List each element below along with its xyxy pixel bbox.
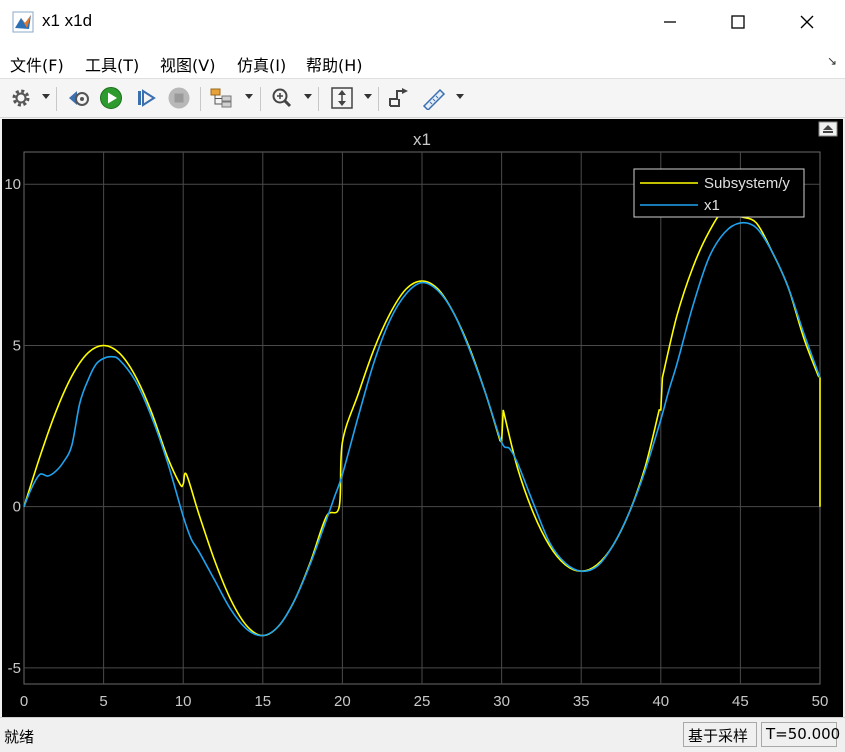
toolbar-separator bbox=[378, 87, 379, 111]
x-tick-label: 10 bbox=[175, 693, 192, 710]
x-tick-label: 25 bbox=[414, 693, 431, 710]
y-tick-label: -5 bbox=[8, 660, 21, 677]
x-tick-label: 35 bbox=[573, 693, 590, 710]
settings-gear-icon bbox=[12, 89, 30, 107]
menu-tools[interactable]: 工具(T) bbox=[85, 52, 139, 76]
triggers-button[interactable] bbox=[386, 85, 412, 111]
minimize-button[interactable] bbox=[635, 0, 705, 44]
scale-axes-button[interactable] bbox=[328, 85, 356, 111]
title-bar: x1 x1d bbox=[0, 0, 845, 44]
stop-button[interactable] bbox=[166, 85, 192, 111]
zoom-icon bbox=[272, 88, 292, 108]
scope-chart: x1 0 5 10 15 20 25 30 35 40 45 50 1050-5 Subsystem… bbox=[4, 130, 829, 710]
menu-bar: 文件(F) 工具(T) 视图(V) 仿真(I) 帮助(H) ↘ bbox=[0, 44, 845, 78]
menu-collapse-arrow-icon[interactable]: ↘ bbox=[827, 54, 837, 68]
scope-display: x1 0 5 10 15 20 25 30 35 40 45 50 10 5 0 -5 Subsystem… bbox=[2, 119, 843, 717]
menu-view[interactable]: 视图(V) bbox=[160, 52, 215, 76]
y-tick-labels: 10 5 0 -5 bbox=[4, 176, 21, 677]
chart-title: x1 bbox=[413, 130, 431, 149]
signal-hierarchy-icon bbox=[210, 88, 232, 108]
x-tick-label: 50 bbox=[812, 693, 829, 710]
legend-label: x1 bbox=[704, 197, 720, 214]
y-tick-label: 5 bbox=[13, 337, 21, 354]
toolbar-separator bbox=[260, 87, 261, 111]
step-forward-icon bbox=[138, 89, 156, 107]
y-tick-label: 0 bbox=[13, 499, 21, 516]
menu-simulation[interactable]: 仿真(I) bbox=[237, 52, 286, 76]
scope-window: x1 x1d 文件(F) 工具(T) 视图(V) 仿真(I) 帮助(H) ↘ x… bbox=[0, 0, 845, 752]
toolbar-separator bbox=[200, 87, 201, 111]
x-tick-label: 20 bbox=[334, 693, 351, 710]
status-bar: 就绪 基于采样 T=50.000 bbox=[0, 717, 845, 752]
measurements-dropdown-icon[interactable] bbox=[456, 94, 464, 99]
simulation-time: T=50.000 bbox=[761, 722, 840, 747]
y-tick-label: 10 bbox=[4, 176, 21, 193]
sample-mode-indicator: 基于采样 bbox=[683, 722, 757, 747]
settings-button[interactable] bbox=[8, 85, 34, 111]
run-icon bbox=[100, 87, 122, 109]
scale-axes-dropdown-icon[interactable] bbox=[364, 94, 372, 99]
legend-label: Subsystem/y bbox=[704, 175, 790, 192]
x-tick-labels: 0 5 10 15 20 25 30 35 40 45 50 bbox=[20, 693, 829, 710]
maximize-icon bbox=[731, 15, 745, 29]
step-back-button[interactable] bbox=[66, 85, 92, 111]
x-tick-label: 45 bbox=[732, 693, 749, 710]
triggers-icon bbox=[389, 88, 408, 107]
settings-dropdown-icon[interactable] bbox=[42, 94, 50, 99]
run-button[interactable] bbox=[98, 85, 124, 111]
x-tick-label: 30 bbox=[493, 693, 510, 710]
legend[interactable]: Subsystem/y x1 bbox=[633, 168, 805, 218]
step-back-icon bbox=[69, 91, 89, 106]
minimize-icon bbox=[664, 21, 676, 23]
x-tick-label: 40 bbox=[652, 693, 669, 710]
measurements-button[interactable] bbox=[420, 85, 448, 111]
zoom-dropdown-icon[interactable] bbox=[304, 94, 312, 99]
maximize-button[interactable] bbox=[703, 0, 773, 44]
undock-icon[interactable] bbox=[818, 121, 838, 137]
x-tick-label: 5 bbox=[99, 693, 107, 710]
x-tick-label: 15 bbox=[254, 693, 271, 710]
toolbar-separator bbox=[318, 87, 319, 111]
status-text: 就绪 bbox=[4, 728, 35, 746]
menu-help[interactable]: 帮助(H) bbox=[306, 52, 363, 76]
step-forward-button[interactable] bbox=[133, 85, 159, 111]
stop-icon bbox=[168, 87, 190, 109]
window-title: x1 x1d bbox=[42, 11, 93, 30]
x-tick-label: 0 bbox=[20, 693, 28, 710]
signal-hierarchy-button[interactable] bbox=[208, 85, 236, 111]
menu-file[interactable]: 文件(F) bbox=[10, 52, 64, 76]
signal-hierarchy-dropdown-icon[interactable] bbox=[245, 94, 253, 99]
scale-axes-icon bbox=[331, 87, 353, 109]
close-button[interactable] bbox=[772, 0, 842, 44]
measurements-icon bbox=[422, 88, 446, 110]
zoom-button[interactable] bbox=[268, 85, 296, 111]
toolbar-separator bbox=[56, 87, 57, 111]
matlab-logo-icon bbox=[12, 11, 34, 33]
close-icon bbox=[800, 15, 814, 29]
toolbar bbox=[0, 78, 845, 118]
